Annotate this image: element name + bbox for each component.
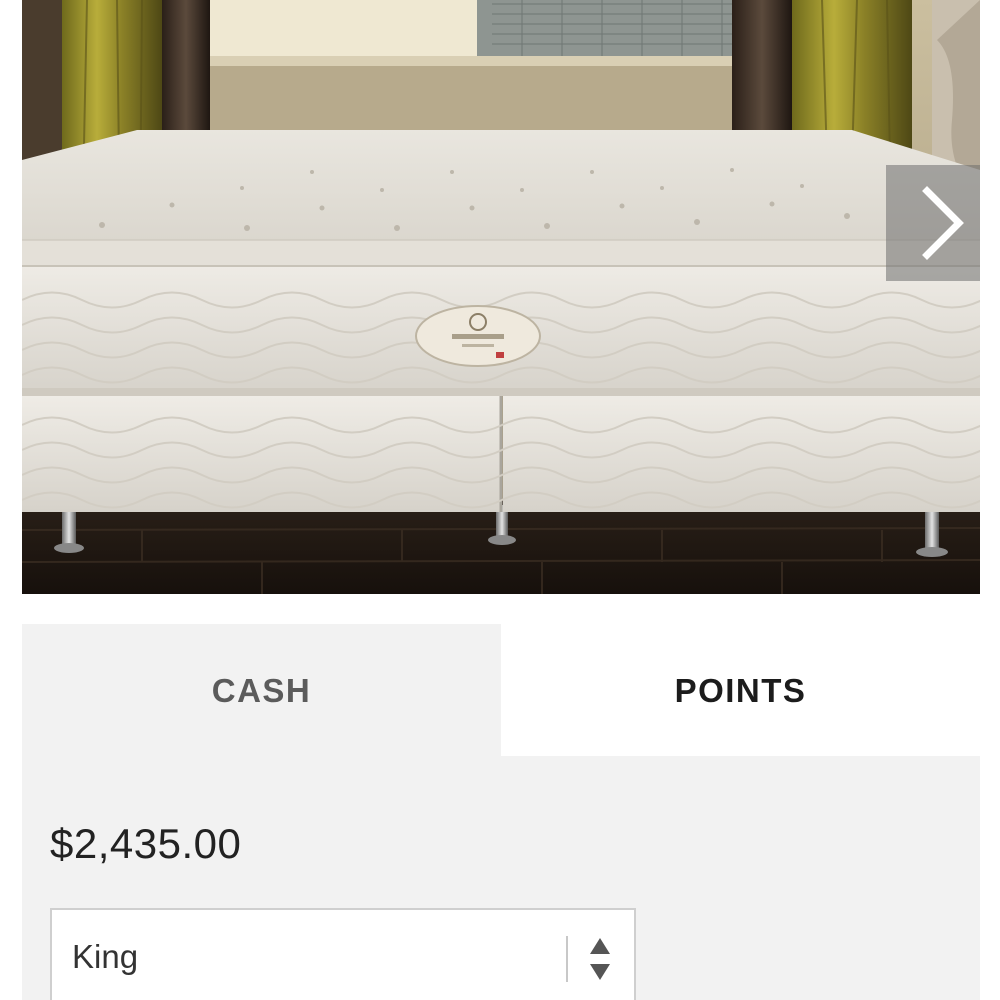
next-image-button[interactable] [886,165,980,281]
size-selected-value: King [72,938,139,975]
up-down-arrows-icon [590,938,610,980]
cash-panel: $2,435.00 King [22,756,980,1000]
payment-tabs: CASH POINTS [22,624,980,758]
tab-cash[interactable]: CASH [22,624,501,758]
size-select[interactable]: King [50,908,636,1000]
product-image [22,0,980,594]
tab-points[interactable]: POINTS [501,624,980,758]
chevron-right-icon [922,186,964,260]
price: $2,435.00 [50,820,242,867]
select-divider [566,936,568,982]
